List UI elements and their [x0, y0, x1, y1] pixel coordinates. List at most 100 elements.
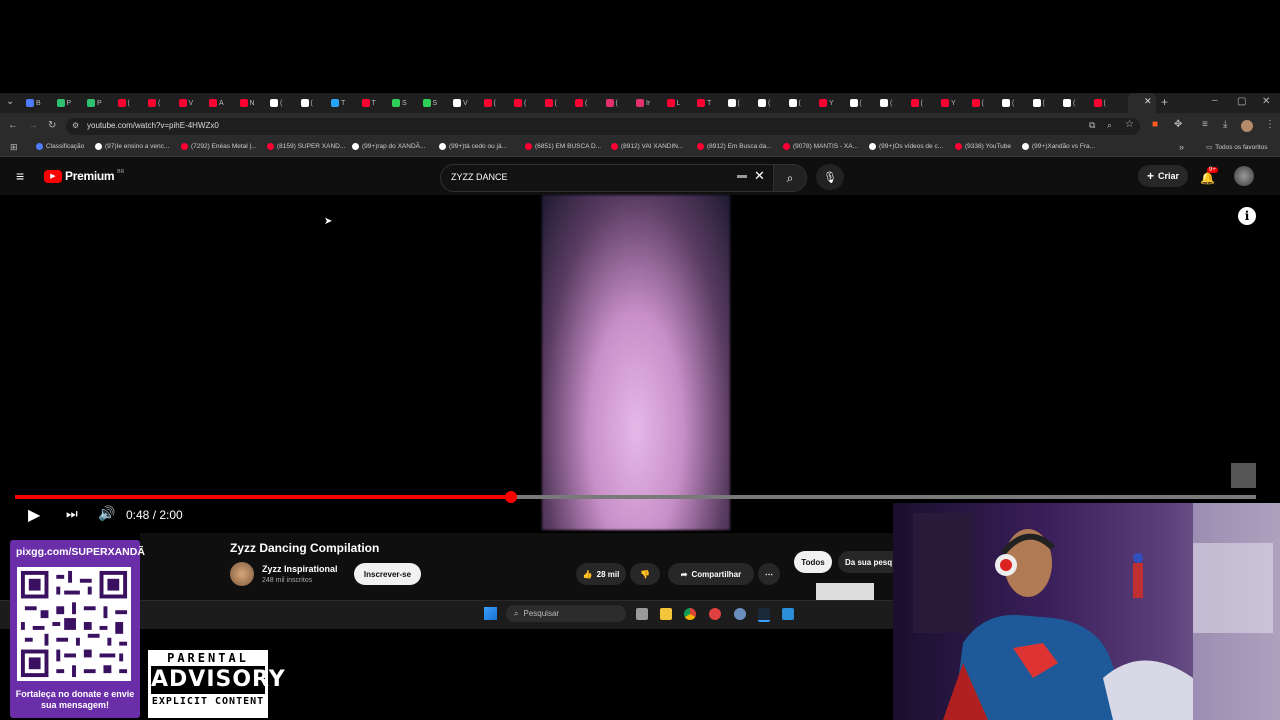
- browser-tab[interactable]: (: [270, 97, 294, 109]
- related-video-thumbnail[interactable]: [816, 583, 874, 600]
- bookmark-item[interactable]: (8159) SUPER XAND...: [267, 143, 345, 150]
- end-screen-thumbnail[interactable]: [1231, 463, 1256, 488]
- browser-tab[interactable]: (: [605, 97, 630, 109]
- next-button[interactable]: ⏭: [66, 506, 78, 522]
- browser-tab[interactable]: (: [148, 97, 172, 109]
- profile-avatar[interactable]: [1241, 120, 1253, 132]
- back-icon[interactable]: ←: [8, 120, 18, 131]
- account-avatar[interactable]: [1234, 166, 1254, 186]
- settings-icon[interactable]: [734, 608, 746, 620]
- notifications-button[interactable]: 🔔 9+: [1200, 167, 1218, 187]
- apps-grid-icon[interactable]: ⊞: [10, 142, 18, 153]
- browser-tab[interactable]: Y: [819, 97, 843, 109]
- bookmark-item[interactable]: (99+)tá cedo ou já...: [439, 143, 507, 150]
- dislike-button[interactable]: 👎: [630, 563, 660, 585]
- site-info-icon[interactable]: ⚙: [72, 121, 79, 130]
- bookmark-item[interactable]: Classificação: [36, 143, 84, 150]
- zoom-icon[interactable]: ⌕: [1107, 120, 1112, 131]
- bookmark-star-icon[interactable]: ☆: [1125, 119, 1134, 130]
- bookmark-item[interactable]: (97)Ie ensino a venc...: [95, 143, 169, 150]
- browser-tab[interactable]: (: [971, 97, 996, 109]
- app-blue-icon[interactable]: [782, 608, 794, 620]
- browser-tab[interactable]: P: [56, 97, 81, 109]
- browser-tab[interactable]: (: [1002, 97, 1026, 109]
- search-button[interactable]: ⌕: [773, 164, 807, 192]
- keyboard-icon[interactable]: ▬: [737, 170, 747, 181]
- steam-icon[interactable]: [758, 608, 770, 622]
- guide-menu-icon[interactable]: ≡: [16, 168, 24, 184]
- windows-start-icon[interactable]: [484, 607, 497, 620]
- voice-search-button[interactable]: 🎙: [816, 164, 844, 190]
- browser-tab[interactable]: (: [880, 97, 904, 109]
- subscribe-button[interactable]: Inscrever-se: [354, 563, 421, 585]
- browser-tab[interactable]: (: [727, 97, 752, 109]
- bookmark-item[interactable]: (99+)Xandão vs Fra...: [1022, 143, 1095, 150]
- browser-tab[interactable]: (: [1063, 97, 1087, 109]
- browser-tab[interactable]: (: [788, 97, 813, 109]
- address-bar[interactable]: [66, 118, 1140, 135]
- task-view-icon[interactable]: [636, 608, 648, 620]
- browser-tab[interactable]: N: [239, 97, 264, 109]
- tab-search-icon[interactable]: ⌄: [6, 96, 14, 107]
- browser-tab[interactable]: T: [361, 97, 386, 109]
- all-bookmarks[interactable]: ▭ Todos os favoritos: [1206, 143, 1268, 152]
- browser-tab[interactable]: (: [300, 97, 325, 109]
- browser-tab[interactable]: B: [26, 97, 50, 109]
- channel-avatar[interactable]: [230, 562, 254, 586]
- chip-all[interactable]: Todos: [794, 551, 832, 573]
- bookmark-item[interactable]: (9078) MANTIS - XA...: [783, 143, 858, 150]
- browser-tab[interactable]: S: [422, 97, 447, 109]
- more-actions-button[interactable]: ⋯: [758, 563, 780, 585]
- bookmark-item[interactable]: (99+)rap do XANDÃ...: [352, 143, 425, 150]
- browser-tab[interactable]: (: [758, 97, 782, 109]
- browser-tab[interactable]: T: [331, 97, 355, 109]
- search-input[interactable]: ZYZZ DANCE ▬ ✕: [440, 164, 775, 192]
- chip-from-search[interactable]: Da sua pesq: [838, 551, 893, 573]
- browser-tab[interactable]: L: [666, 97, 691, 109]
- taskbar-search[interactable]: ⌕ Pesquisar: [506, 605, 626, 622]
- browser-tab[interactable]: (: [1093, 97, 1118, 109]
- reload-icon[interactable]: ↻: [48, 120, 56, 131]
- clear-search-icon[interactable]: ✕: [754, 168, 765, 184]
- menu-kebab-icon[interactable]: ⋮: [1265, 119, 1275, 130]
- volume-icon[interactable]: 🔊: [98, 505, 115, 522]
- browser-tab[interactable]: (: [910, 97, 935, 109]
- bookmarks-overflow-icon[interactable]: »: [1179, 142, 1184, 152]
- browser-tab[interactable]: (: [575, 97, 599, 109]
- new-tab-icon[interactable]: +: [1161, 95, 1168, 109]
- bookmark-item[interactable]: (99+)Os vídeos de c...: [869, 143, 943, 150]
- extension-icon[interactable]: ■: [1152, 119, 1158, 130]
- browser-tab[interactable]: P: [87, 97, 111, 109]
- create-button[interactable]: + Criar: [1138, 165, 1188, 187]
- file-explorer-icon[interactable]: [660, 608, 672, 620]
- close-tab-icon[interactable]: ✕: [1144, 96, 1152, 107]
- browser-tab[interactable]: (: [117, 97, 142, 109]
- browser-tab[interactable]: (: [849, 97, 874, 109]
- url-text[interactable]: youtube.com/watch?v=pihE-4HWZx0: [87, 121, 219, 130]
- maximize-icon[interactable]: ▢: [1237, 96, 1246, 107]
- browser-tab[interactable]: T: [697, 97, 721, 109]
- active-tab[interactable]: ✕: [1128, 93, 1156, 113]
- browser-tab[interactable]: (: [544, 97, 569, 109]
- info-icon[interactable]: i: [1238, 207, 1256, 225]
- close-window-icon[interactable]: ✕: [1262, 96, 1270, 107]
- browser-tab[interactable]: V: [453, 97, 477, 109]
- app-icon[interactable]: [709, 608, 721, 620]
- play-button[interactable]: ▶: [28, 505, 40, 525]
- bookmark-item[interactable]: (8912) VAI XANDIN...: [611, 143, 683, 150]
- chrome-icon[interactable]: [684, 608, 696, 620]
- bookmark-item[interactable]: (9338) YouTube: [955, 143, 1011, 150]
- install-icon[interactable]: ⧉: [1089, 120, 1095, 131]
- like-button[interactable]: 👍 28 mil: [576, 563, 626, 585]
- browser-tab[interactable]: Y: [941, 97, 965, 109]
- bookmark-item[interactable]: (8912) Em Busca da...: [697, 143, 772, 150]
- channel-name[interactable]: Zyzz Inspirational: [262, 564, 338, 574]
- browser-tab[interactable]: V: [178, 97, 203, 109]
- browser-tab[interactable]: S: [392, 97, 416, 109]
- youtube-logo[interactable]: ▶ Premium BR: [44, 169, 124, 183]
- browser-tab[interactable]: (: [483, 97, 508, 109]
- media-icon[interactable]: ≡: [1202, 119, 1208, 130]
- minimize-icon[interactable]: –: [1212, 95, 1218, 106]
- extensions-puzzle-icon[interactable]: ✥: [1174, 119, 1182, 130]
- download-icon[interactable]: ⤓: [1223, 119, 1227, 130]
